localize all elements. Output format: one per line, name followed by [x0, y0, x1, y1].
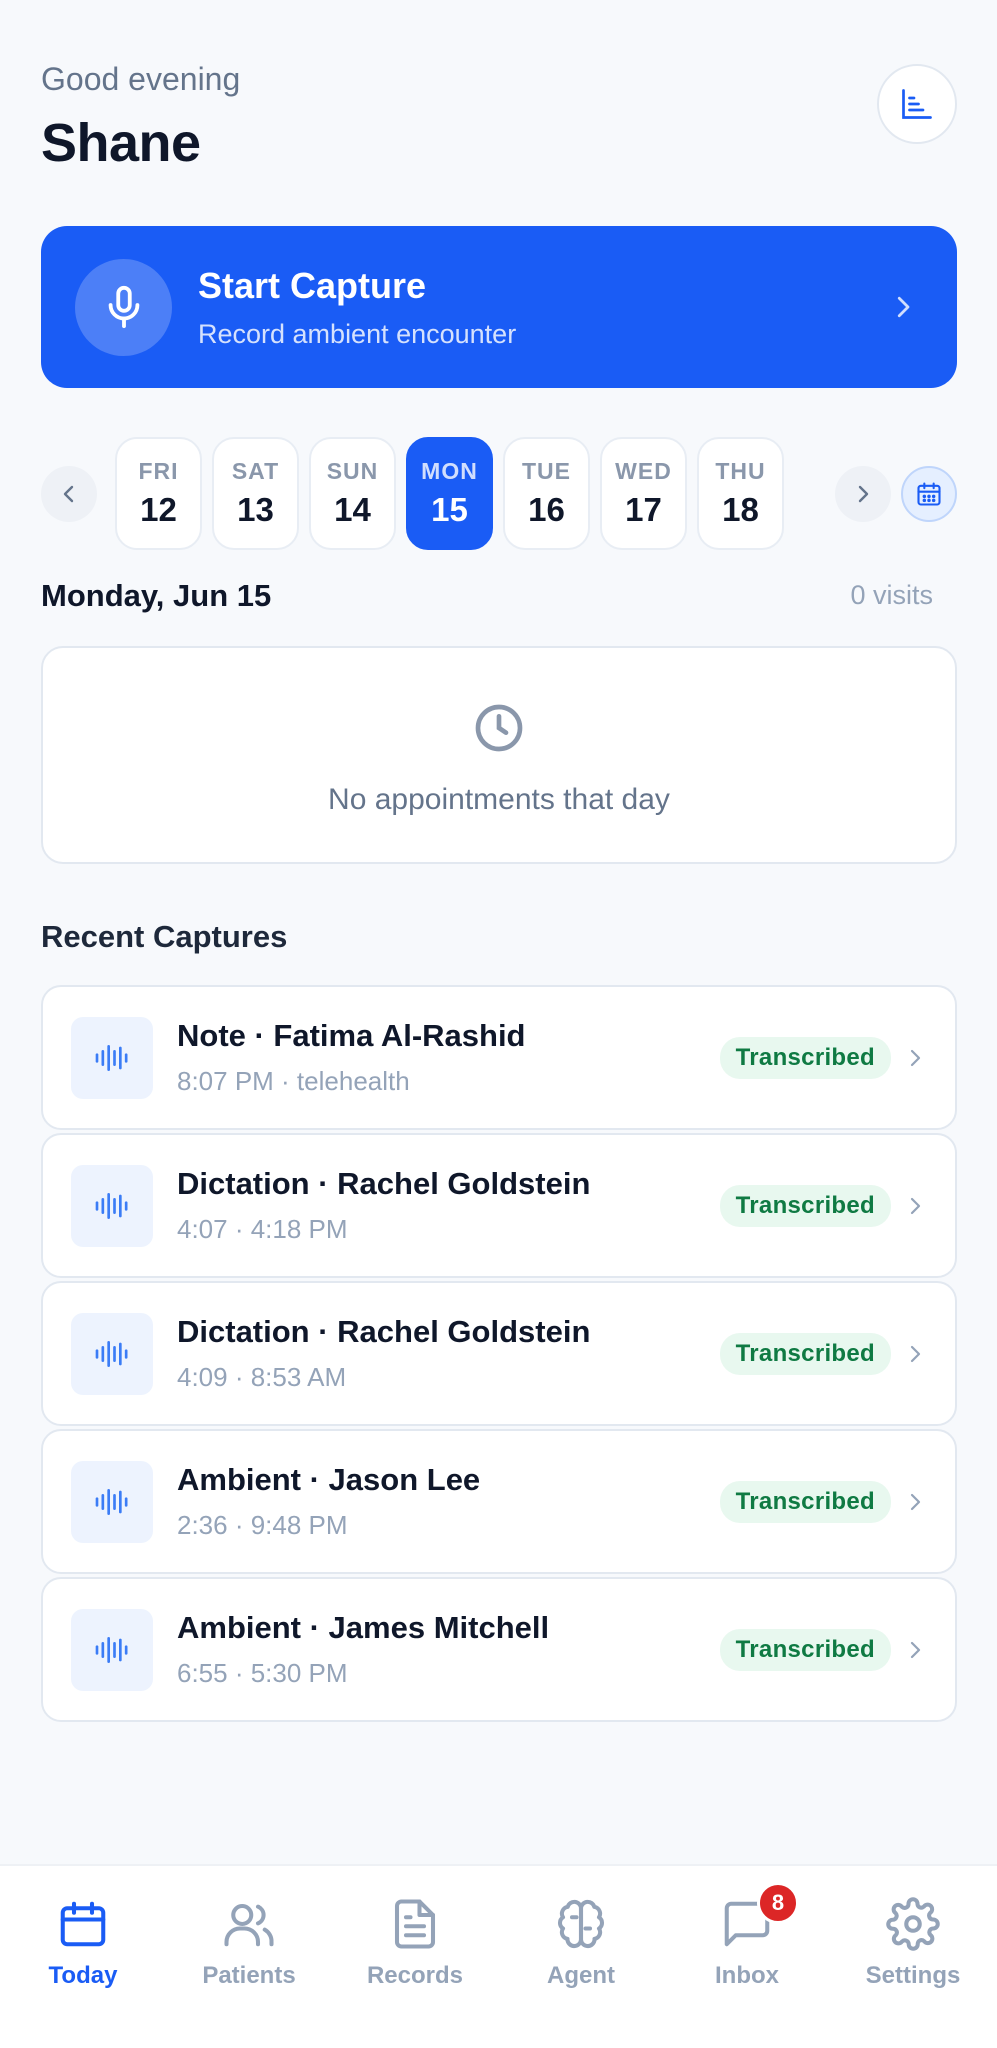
day-chip-wed[interactable]: WED 17	[600, 437, 687, 550]
gear-icon	[883, 1894, 943, 1954]
capture-subtitle: Record ambient encounter	[198, 318, 517, 349]
nav-tab-patients[interactable]: Patients	[166, 1894, 332, 2004]
chevron-right-icon	[903, 1046, 927, 1070]
day-of-week: THU	[715, 458, 766, 484]
day-of-week: MON	[421, 458, 478, 484]
day-of-week: TUE	[522, 458, 571, 484]
nav-tab-records[interactable]: Records	[332, 1894, 498, 2004]
nav-label: Inbox	[715, 1962, 779, 1989]
capture-title: Start Capture	[198, 264, 427, 306]
day-of-week: WED	[615, 458, 672, 484]
day-number: 14	[334, 491, 371, 528]
date-strip: FRI 12 SAT 13 SUN 14 MON 15 TUE 16 WED 1…	[41, 437, 957, 550]
day-chip-thu[interactable]: THU 18	[697, 437, 784, 550]
capture-title: Ambient · James Mitchell	[177, 1610, 550, 1645]
audio-waveform-icon	[71, 1312, 153, 1395]
day-chip-sat[interactable]: SAT 13	[212, 437, 299, 550]
empty-appointments-card: No appointments that day	[41, 646, 957, 864]
nav-label: Today	[48, 1962, 118, 1989]
users-icon	[219, 1894, 279, 1954]
calendar-icon	[53, 1894, 113, 1954]
nav-label: Settings	[865, 1962, 961, 1989]
nav-tab-inbox[interactable]: 8 Inbox	[664, 1882, 830, 2004]
day-number: 15	[431, 491, 468, 528]
day-number: 13	[237, 491, 274, 528]
microphone-icon	[108, 285, 139, 329]
chevron-right-icon	[883, 292, 923, 322]
calendar-picker-button[interactable]	[901, 466, 957, 522]
capture-row[interactable]: Dictation · Rachel Goldstein 4:09 · 8:53…	[41, 1281, 957, 1426]
capture-row[interactable]: Note · Fatima Al-Rashid 8:07 PM · telehe…	[41, 985, 957, 1130]
day-of-week: FRI	[138, 458, 179, 484]
day-number: 16	[528, 491, 565, 528]
nav-label: Records	[366, 1962, 464, 1989]
capture-title: Dictation · Rachel Goldstein	[177, 1166, 591, 1201]
day-number: 18	[722, 491, 759, 528]
analytics-button[interactable]	[877, 64, 957, 144]
chevron-right-icon	[903, 1638, 927, 1662]
chevron-right-icon	[903, 1490, 927, 1514]
status-badge: Transcribed	[719, 1036, 891, 1079]
empty-message: No appointments that day	[328, 783, 670, 816]
day-chip-sun[interactable]: SUN 14	[309, 437, 396, 550]
audio-waveform-icon	[71, 1164, 153, 1247]
greeting-text: Good evening	[41, 61, 241, 97]
selected-date-label: Monday, Jun 15	[41, 578, 272, 613]
day-chip-fri[interactable]: FRI 12	[115, 437, 202, 550]
day-number: 12	[140, 491, 177, 528]
recent-captures-list: Note · Fatima Al-Rashid 8:07 PM · telehe…	[41, 985, 957, 1725]
chevron-right-icon	[903, 1194, 927, 1218]
status-badge: Transcribed	[719, 1184, 891, 1227]
mic-icon-container	[75, 258, 172, 356]
audio-waveform-icon	[71, 1460, 153, 1543]
previous-week-button[interactable]	[41, 466, 97, 522]
capture-meta: 8:07 PM · telehealth	[177, 1066, 410, 1096]
day-chip-tue[interactable]: TUE 16	[503, 437, 590, 550]
audio-waveform-icon	[71, 1016, 153, 1099]
capture-title: Dictation · Rachel Goldstein	[177, 1314, 591, 1349]
bottom-navigation: Today Patients Records Agent 8 Inbox Set…	[0, 1864, 997, 2048]
start-capture-card[interactable]: Start Capture Record ambient encounter	[41, 226, 957, 388]
next-week-button[interactable]	[835, 466, 891, 522]
chevron-left-icon	[63, 485, 74, 503]
day-of-week: SAT	[231, 458, 280, 484]
capture-title: Ambient · Jason Lee	[177, 1462, 481, 1497]
day-number: 17	[625, 491, 662, 528]
status-badge: Transcribed	[719, 1480, 891, 1523]
chevron-right-icon	[858, 485, 869, 503]
clock-icon	[471, 700, 527, 761]
document-icon	[385, 1894, 445, 1954]
capture-meta: 2:36 · 9:48 PM	[177, 1510, 348, 1540]
status-badge: Transcribed	[719, 1332, 891, 1375]
audio-waveform-icon	[71, 1608, 153, 1691]
capture-meta: 4:09 · 8:53 AM	[177, 1362, 347, 1392]
capture-row[interactable]: Dictation · Rachel Goldstein 4:07 · 4:18…	[41, 1133, 957, 1278]
recent-captures-title: Recent Captures	[41, 919, 288, 954]
day-of-week: SUN	[326, 458, 379, 484]
status-badge: Transcribed	[719, 1628, 891, 1671]
visit-count: 0 visits	[850, 580, 933, 610]
nav-label: Agent	[547, 1962, 615, 1989]
day-chip-mon-selected[interactable]: MON 15	[406, 437, 493, 550]
calendar-icon	[917, 482, 941, 506]
brain-icon	[551, 1894, 611, 1954]
capture-meta: 6:55 · 5:30 PM	[177, 1658, 348, 1688]
nav-tab-today[interactable]: Today	[0, 1894, 166, 2004]
chevron-right-icon	[903, 1342, 927, 1366]
nav-label: Patients	[202, 1962, 296, 1989]
unread-badge: 8	[757, 1882, 799, 1924]
capture-title: Note · Fatima Al-Rashid	[177, 1018, 526, 1053]
capture-row[interactable]: Ambient · James Mitchell 6:55 · 5:30 PM …	[41, 1577, 957, 1722]
header: Good evening Shane	[41, 60, 957, 180]
nav-tab-agent[interactable]: Agent	[498, 1894, 664, 2004]
schedule-heading: Monday, Jun 15 0 visits	[41, 578, 933, 618]
bar-chart-icon	[902, 89, 932, 119]
message-icon: 8	[717, 1882, 799, 1954]
capture-row[interactable]: Ambient · Jason Lee 2:36 · 9:48 PM Trans…	[41, 1429, 957, 1574]
nav-tab-settings[interactable]: Settings	[830, 1894, 996, 2004]
capture-meta: 4:07 · 4:18 PM	[177, 1214, 348, 1244]
user-name: Shane	[41, 113, 201, 173]
